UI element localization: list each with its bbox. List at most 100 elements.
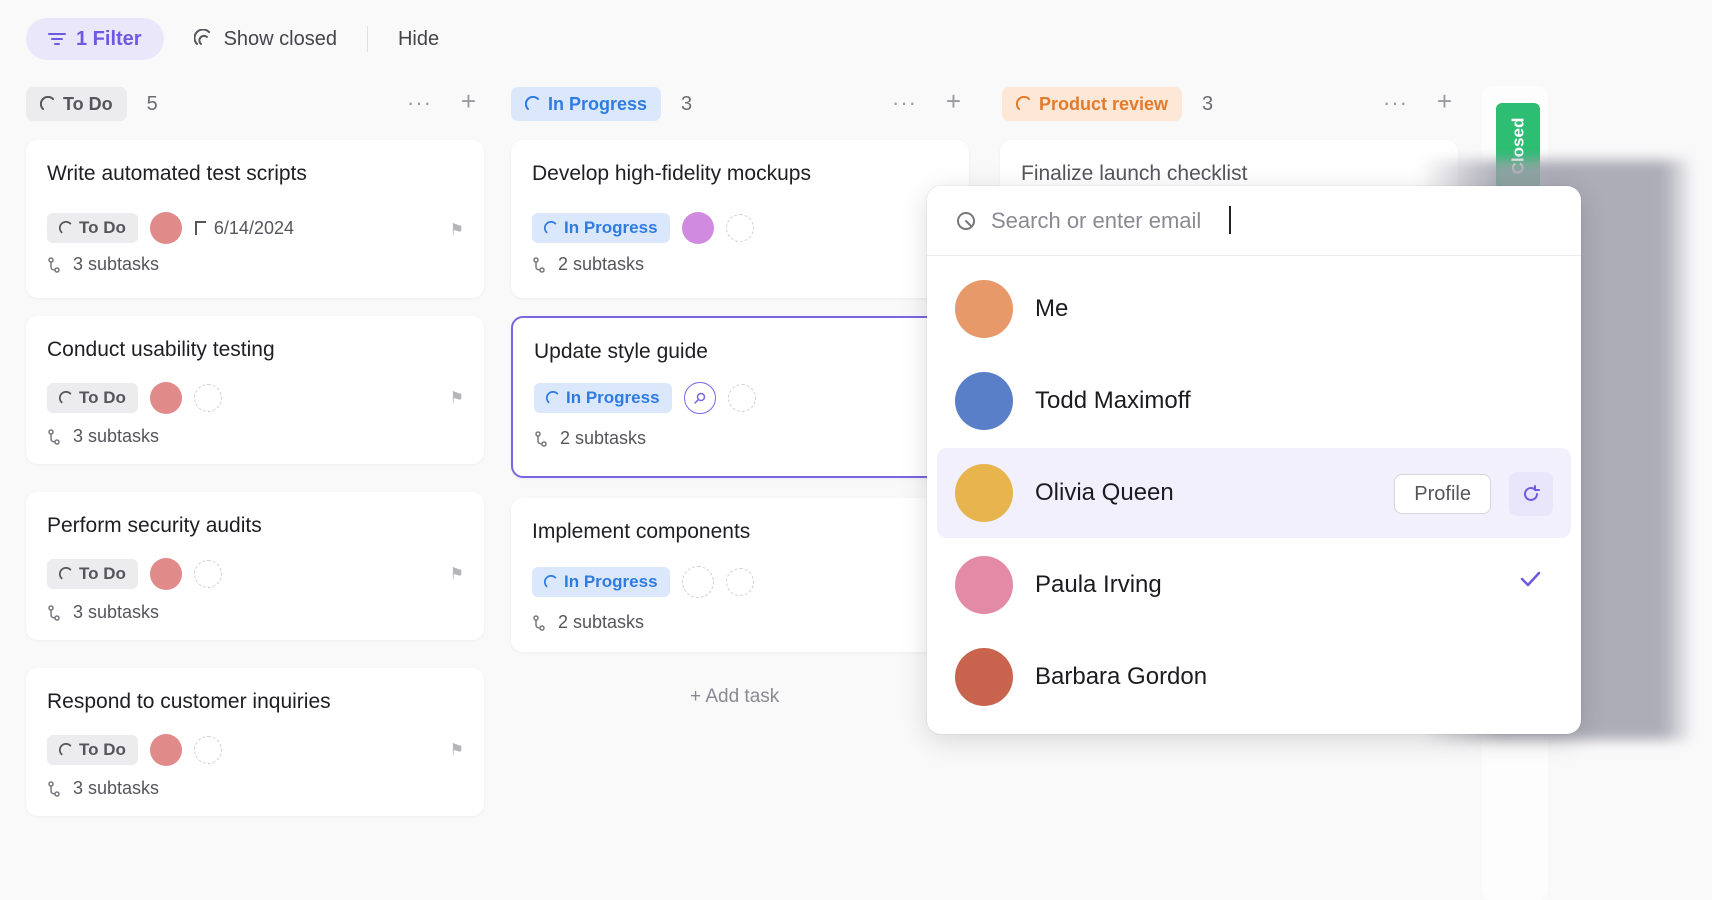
- subtasks-toggle[interactable]: 2 subtasks: [532, 254, 644, 275]
- column-status-pill[interactable]: In Progress: [511, 87, 662, 121]
- task-status-label: In Progress: [564, 218, 658, 237]
- task-card[interactable]: Implement components In Progress 2 subta…: [511, 498, 969, 652]
- task-status-pill[interactable]: In Progress: [534, 383, 672, 413]
- column-header: Product review 3 ··· +: [1002, 86, 1462, 122]
- task-title: Implement components: [532, 520, 751, 543]
- task-card[interactable]: Develop high-fidelity mockups In Progres…: [511, 140, 969, 298]
- task-status-pill[interactable]: To Do: [47, 559, 138, 589]
- assignee-name: Olivia Queen: [1035, 479, 1174, 506]
- subtasks-label: 3 subtasks: [73, 602, 160, 622]
- text-cursor: [1229, 206, 1231, 234]
- refresh-icon[interactable]: [1509, 472, 1553, 516]
- assignee-option[interactable]: Barbara Gordon: [937, 632, 1571, 722]
- column-status-pill[interactable]: Product review: [1002, 87, 1183, 121]
- todo-status-icon: [59, 221, 72, 234]
- subtasks-toggle[interactable]: 2 subtasks: [534, 428, 646, 449]
- task-card[interactable]: Write automated test scripts To Do 6/14/…: [26, 140, 484, 298]
- profile-button[interactable]: Profile: [1394, 474, 1491, 514]
- search-input[interactable]: [991, 207, 1511, 234]
- priority-flag-icon[interactable]: ⚑: [450, 740, 464, 760]
- assignee-option-selected[interactable]: Paula Irving: [937, 540, 1571, 630]
- task-card[interactable]: Conduct usability testing To Do ⚑ 3 subt…: [26, 316, 484, 464]
- add-icon[interactable]: +: [1437, 86, 1452, 117]
- column-count: 5: [146, 92, 158, 115]
- column-status-pill[interactable]: To Do: [26, 87, 127, 121]
- add-assignee-placeholder[interactable]: [725, 568, 754, 596]
- assignee-option[interactable]: Todd Maximoff: [937, 356, 1571, 446]
- subtasks-label: 3 subtasks: [73, 778, 160, 798]
- task-status-pill[interactable]: To Do: [47, 213, 138, 243]
- task-status-pill[interactable]: To Do: [47, 735, 138, 765]
- assignee-name: Barbara Gordon: [1035, 663, 1208, 690]
- task-status-pill[interactable]: In Progress: [532, 567, 670, 597]
- add-assignee-placeholder[interactable]: [193, 560, 222, 588]
- hide-label: Hide: [397, 27, 440, 50]
- checkmark-icon: [1520, 571, 1541, 587]
- assignee-name: Paula Irving: [1035, 571, 1162, 598]
- assignee-name: Me: [1035, 295, 1069, 322]
- subtasks-toggle[interactable]: 2 subtasks: [532, 612, 644, 633]
- subtasks-toggle[interactable]: 3 subtasks: [47, 602, 159, 623]
- show-closed-button[interactable]: Show closed: [178, 18, 353, 60]
- add-assignee-placeholder[interactable]: [725, 214, 754, 242]
- assignee-avatar[interactable]: [149, 382, 182, 414]
- task-card[interactable]: Respond to customer inquiries To Do ⚑ 3 …: [26, 668, 484, 816]
- assignee-avatar[interactable]: [149, 212, 182, 244]
- hide-button[interactable]: Hide: [382, 18, 455, 60]
- more-options-icon[interactable]: ···: [407, 90, 432, 116]
- task-title: Develop high-fidelity mockups: [532, 162, 811, 185]
- task-status-label: To Do: [79, 218, 126, 237]
- add-icon[interactable]: +: [461, 86, 476, 117]
- priority-flag-icon[interactable]: ⚑: [450, 564, 464, 584]
- subtask-icon: [48, 780, 60, 797]
- task-status-label: To Do: [79, 740, 126, 759]
- more-options-icon[interactable]: ···: [1383, 90, 1408, 116]
- due-date[interactable]: 6/14/2024: [194, 218, 294, 239]
- due-date-label: 6/14/2024: [213, 217, 294, 238]
- add-assignee-placeholder[interactable]: [193, 736, 222, 764]
- avatar: [955, 280, 1013, 338]
- more-options-icon[interactable]: ···: [892, 90, 917, 116]
- priority-flag-icon[interactable]: ⚑: [450, 220, 464, 240]
- subtasks-toggle[interactable]: 3 subtasks: [47, 426, 159, 447]
- assignee-avatar[interactable]: [149, 558, 182, 590]
- assignee-avatar[interactable]: [681, 212, 714, 244]
- in-progress-status-icon: [525, 96, 539, 110]
- subtasks-toggle[interactable]: 3 subtasks: [47, 778, 159, 799]
- subtask-icon: [535, 430, 547, 447]
- add-assignee-placeholder[interactable]: [727, 384, 756, 412]
- task-title: Perform security audits: [47, 514, 262, 537]
- subtasks-toggle[interactable]: 3 subtasks: [47, 254, 159, 275]
- filter-label: 1 Filter: [76, 27, 142, 50]
- task-status-pill[interactable]: To Do: [47, 383, 138, 413]
- add-assignee-placeholder[interactable]: [193, 384, 222, 412]
- assignee-option-hovered[interactable]: Olivia Queen Profile: [937, 448, 1571, 538]
- search-icon: [957, 211, 975, 230]
- status-circle-icon: [193, 29, 210, 45]
- assignee-search-icon[interactable]: [683, 382, 716, 414]
- column-product-review: Product review 3 ··· + Finalize launch c…: [1000, 86, 1462, 260]
- subtasks-label: 3 subtasks: [73, 254, 160, 274]
- add-task-button[interactable]: + Add task: [690, 686, 779, 708]
- todo-status-icon: [40, 96, 54, 110]
- filter-button[interactable]: 1 Filter: [26, 18, 164, 60]
- subtasks-label: 2 subtasks: [560, 428, 647, 448]
- assignee-name: Todd Maximoff: [1035, 387, 1191, 414]
- column-header: In Progress 3 ··· +: [511, 86, 971, 122]
- avatar: [955, 648, 1013, 706]
- column-in-progress: In Progress 3 ··· + Develop high-fidelit…: [511, 86, 971, 707]
- task-title: Write automated test scripts: [47, 162, 307, 185]
- task-card-selected[interactable]: Update style guide In Progress 2 subtask…: [511, 316, 969, 478]
- add-icon[interactable]: +: [946, 86, 961, 117]
- add-assignee-placeholder[interactable]: [681, 566, 714, 598]
- assignee-option[interactable]: Me: [937, 264, 1571, 354]
- assignee-avatar[interactable]: [149, 734, 182, 766]
- column-status-label: In Progress: [548, 93, 648, 114]
- column-header: To Do 5 ··· +: [26, 86, 486, 122]
- task-title: Update style guide: [534, 340, 708, 363]
- priority-flag-icon[interactable]: ⚑: [450, 388, 464, 408]
- task-status-label: In Progress: [566, 388, 660, 407]
- task-status-pill[interactable]: In Progress: [532, 213, 670, 243]
- task-card[interactable]: Perform security audits To Do ⚑ 3 subtas…: [26, 492, 484, 640]
- filter-icon: [48, 33, 66, 45]
